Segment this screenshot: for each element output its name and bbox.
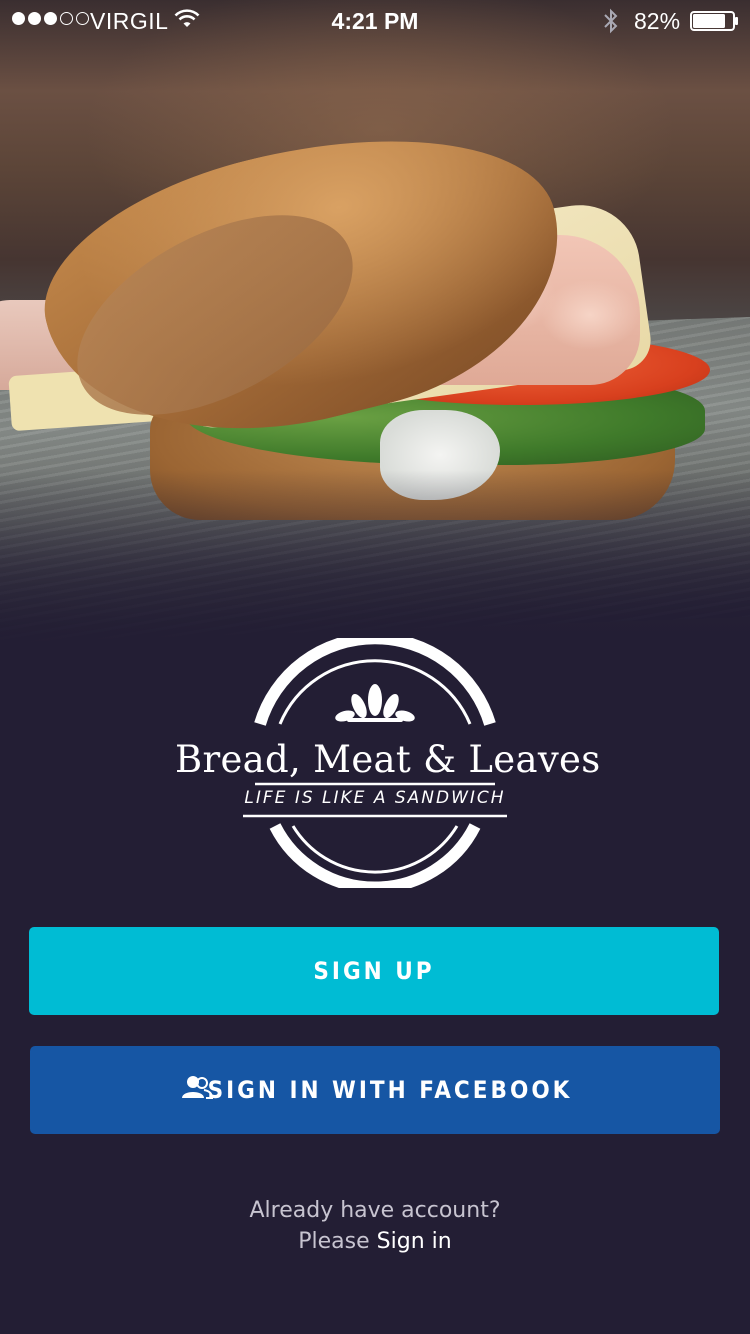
facebook-sign-in-button[interactable]: SIGN IN WITH FACEBOOK [30, 1046, 720, 1134]
brand-name: Bread, Meat & Leaves [175, 738, 601, 781]
user-group-icon [182, 1076, 214, 1099]
battery-percent: 82% [634, 8, 681, 34]
facebook-sign-in-label: SIGN IN WITH FACEBOOK [207, 1076, 573, 1104]
hero-fade [0, 470, 750, 650]
brand-tagline: Life is like a sandwich [244, 788, 506, 808]
sign-in-link[interactable]: Sign in [377, 1229, 452, 1254]
battery-icon [690, 11, 738, 31]
sign-in-prompt: Already have account? Please Sign in [0, 1195, 750, 1257]
please-text: Please [298, 1229, 370, 1254]
sign-up-button[interactable]: SIGN UP [29, 927, 719, 1015]
status-bar: VIRGIL 4:21 PM 82% [0, 0, 750, 40]
brand-logo: Bread, Meat & Leaves Life is like a sand… [175, 638, 601, 888]
login-screen: VIRGIL 4:21 PM 82% Bread, Meat & Leaves … [0, 0, 750, 1334]
sign-up-label: SIGN UP [313, 957, 435, 985]
sign-in-line: Please Sign in [0, 1226, 750, 1257]
hero-sandwich-photo [0, 0, 750, 650]
bluetooth-icon [604, 8, 618, 34]
already-have-account-text: Already have account? [249, 1198, 501, 1223]
